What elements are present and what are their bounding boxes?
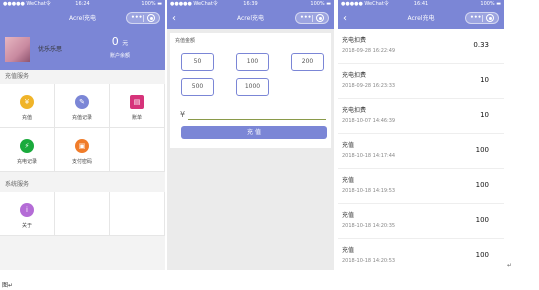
- amount-option-200[interactable]: 200: [291, 53, 324, 71]
- custom-amount-input[interactable]: [188, 119, 326, 120]
- close-circle-icon[interactable]: [486, 14, 494, 22]
- section-title-system: 系统服务: [0, 178, 165, 192]
- grid-item-recharge-records[interactable]: ✎ 充值记录: [55, 84, 110, 128]
- section-title-recharge: 充值服务: [0, 70, 165, 84]
- recharge-amount-header: 充值金额: [175, 38, 196, 44]
- nav-bar: Acrel充电 •••: [0, 8, 165, 29]
- list-item[interactable]: 充值 2018-10-18 14:17:44 100: [338, 134, 504, 169]
- records-icon: ✎: [75, 95, 89, 109]
- record-list: 充电扣费 2018-09-28 16:22:49 0.33 充电扣费 2018-…: [338, 29, 504, 270]
- grid-item-empty: [110, 192, 165, 236]
- mini-program-capsule[interactable]: •••: [465, 12, 499, 24]
- figure-caption: 图↵: [2, 282, 14, 289]
- amount-option-100[interactable]: 100: [236, 53, 269, 71]
- profile-header: 优乐乐思 0 元 账户余额: [0, 29, 165, 70]
- yen-icon: ¥: [20, 95, 34, 109]
- amount-option-1000[interactable]: 1000: [236, 78, 269, 96]
- home-screen: ●●●●● WeChat令 16:24 100% ▬ Acrel充电 ••• 优…: [0, 0, 165, 270]
- list-item[interactable]: 充值 2018-10-18 14:20:53 100: [338, 239, 504, 270]
- recharge-card: 充值金额 50 100 200 500 1000 ¥ 充 值: [170, 33, 331, 148]
- nav-bar: ‹ Acrel充电 •••: [338, 8, 504, 29]
- more-icon[interactable]: •••: [300, 7, 312, 28]
- more-icon[interactable]: •••: [131, 7, 143, 28]
- grid-item-recharge[interactable]: ¥ 充值: [0, 84, 55, 128]
- battery-indicator: 100% ▬: [480, 1, 501, 7]
- paragraph-return-mark: ↵: [507, 262, 513, 269]
- grid-item-charging-records[interactable]: ⚡ 充电记录: [0, 128, 55, 172]
- close-circle-icon[interactable]: [147, 14, 155, 22]
- battery-indicator: 100% ▬: [310, 1, 331, 7]
- currency-symbol: ¥: [180, 110, 186, 119]
- grid-item-about[interactable]: i 关于: [0, 192, 55, 236]
- avatar[interactable]: [5, 37, 30, 62]
- lock-icon: ▣: [75, 139, 89, 153]
- grid-item-payment-password[interactable]: ▣ 支付密码: [55, 128, 110, 172]
- battery-indicator: 100% ▬: [141, 1, 162, 7]
- username: 优乐乐思: [38, 46, 63, 53]
- system-service-grid: i 关于: [0, 192, 165, 236]
- bill-icon: ▤: [130, 95, 144, 109]
- mini-program-capsule[interactable]: •••: [295, 12, 329, 24]
- recharge-service-grid: ¥ 充值 ✎ 充值记录 ▤ 账单 ⚡ 充电记录 ▣ 支付密码: [0, 84, 165, 172]
- lightning-icon: ⚡: [20, 139, 34, 153]
- nav-bar: ‹ Acrel充电 •••: [167, 8, 334, 29]
- recharge-screen: ●●●●● WeChat令 16:39 100% ▬ ‹ Acrel充电 •••…: [167, 0, 334, 270]
- list-item[interactable]: 充电扣费 2018-09-28 16:23:33 10: [338, 64, 504, 99]
- list-item[interactable]: 充电扣费 2018-09-28 16:22:49 0.33: [338, 29, 504, 64]
- list-item[interactable]: 充值 2018-10-18 14:19:53 100: [338, 169, 504, 204]
- grid-item-bills[interactable]: ▤ 账单: [110, 84, 165, 128]
- recharge-button[interactable]: 充 值: [181, 126, 327, 139]
- grid-item-empty: [110, 128, 165, 172]
- more-icon[interactable]: •••: [470, 7, 482, 28]
- close-circle-icon[interactable]: [316, 14, 324, 22]
- amount-option-50[interactable]: 50: [181, 53, 214, 71]
- list-item[interactable]: 充值 2018-10-18 14:20:35 100: [338, 204, 504, 239]
- info-icon: i: [20, 203, 34, 217]
- records-screen: ●●●●● WeChat令 16:41 100% ▬ ‹ Acrel充电 •••…: [338, 0, 504, 270]
- amount-option-500[interactable]: 500: [181, 78, 214, 96]
- grid-item-empty: [55, 192, 110, 236]
- mini-program-capsule[interactable]: •••: [126, 12, 160, 24]
- balance-value: 0 元: [111, 35, 129, 48]
- balance-label: 账户余额: [109, 53, 130, 59]
- list-item[interactable]: 充电扣费 2018-10-07 14:46:39 10: [338, 99, 504, 134]
